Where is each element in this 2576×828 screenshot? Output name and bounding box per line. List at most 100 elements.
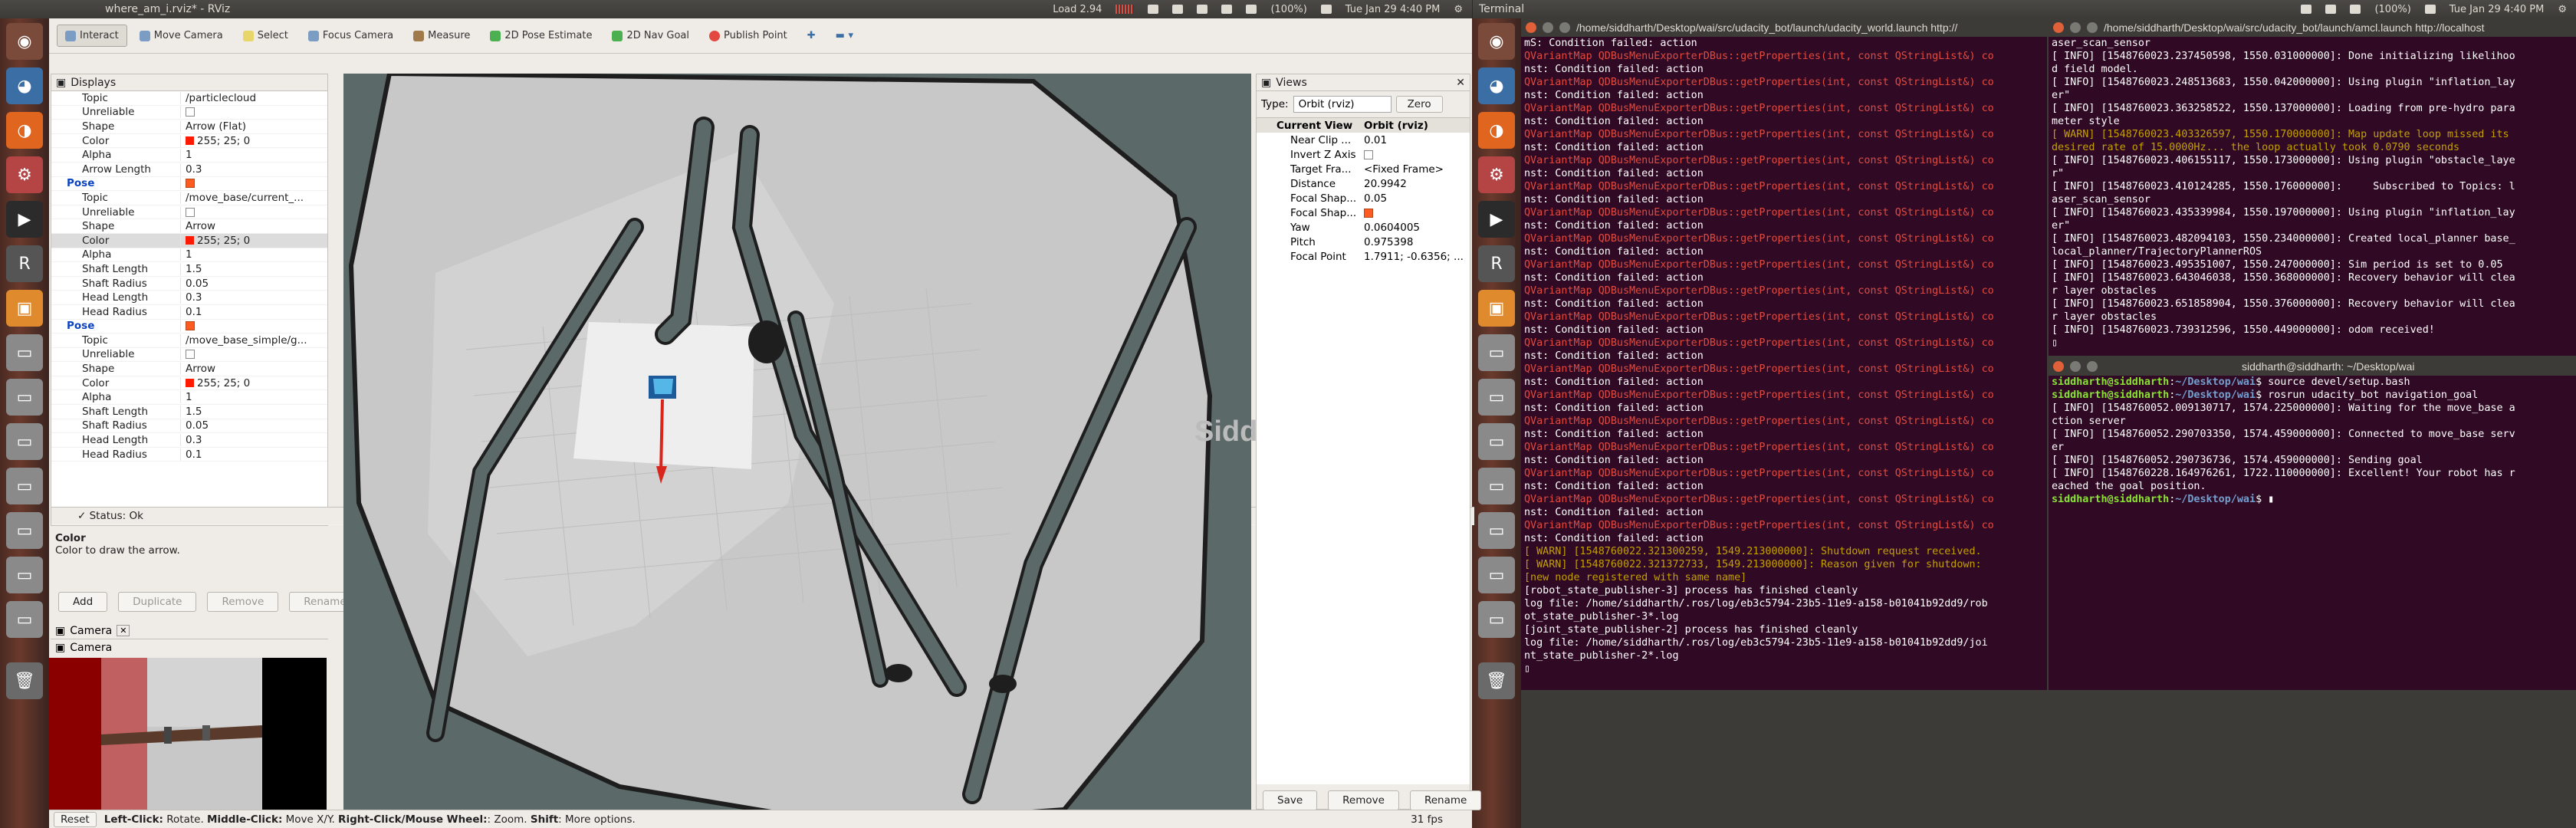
battery-indicator[interactable]: (100%): [2374, 4, 2410, 15]
property-value[interactable]: Arrow: [180, 363, 327, 376]
view-property-row[interactable]: Invert Z Axis: [1257, 147, 1470, 162]
firefox-icon[interactable]: ◑: [1478, 112, 1515, 149]
publish-point-tool[interactable]: Publish Point: [702, 25, 795, 46]
settings-icon[interactable]: ⚙: [6, 156, 43, 193]
property-value[interactable]: [180, 348, 327, 361]
view-property-value[interactable]: [1359, 149, 1470, 161]
drive-icon[interactable]: ▭: [6, 423, 43, 460]
property-row[interactable]: Unreliable: [51, 106, 327, 120]
property-value[interactable]: 255; 25; 0: [180, 234, 327, 247]
property-row[interactable]: Topic/move_base/current_...: [51, 191, 327, 205]
add-button[interactable]: Add: [58, 592, 108, 612]
property-value[interactable]: 1.5: [180, 405, 327, 418]
property-row[interactable]: Color 255; 25; 0: [51, 233, 327, 248]
views-tree[interactable]: Current View Orbit (rviz) Near Clip ... 0.…: [1257, 117, 1470, 784]
ubuntu-icon[interactable]: ◉: [1478, 23, 1515, 60]
view-property-value[interactable]: 1.7911; -0.6356; ...: [1359, 251, 1470, 263]
property-value[interactable]: 255; 25; 0: [180, 134, 327, 147]
property-value[interactable]: 0.1: [180, 305, 327, 318]
drive-icon[interactable]: ▭: [6, 557, 43, 593]
terminal-icon[interactable]: ▶: [1478, 201, 1515, 238]
load-indicator[interactable]: Load 2.94: [1053, 4, 1102, 15]
rviz-icon[interactable]: R: [6, 245, 43, 282]
property-row[interactable]: Alpha 1: [51, 390, 327, 406]
close-icon[interactable]: ✕: [117, 625, 130, 636]
drive-icon[interactable]: ▭: [6, 334, 43, 371]
property-row[interactable]: Unreliable: [51, 348, 327, 363]
reset-button[interactable]: Reset: [54, 811, 97, 827]
displays-tree[interactable]: Topic/particlecloud Unreliable Shape Arrow …: [51, 91, 1474, 525]
property-row[interactable]: Head Radius 0.1: [51, 448, 327, 462]
property-value[interactable]: [180, 320, 327, 333]
volume-icon[interactable]: [1320, 5, 1332, 14]
remove-button[interactable]: Remove: [207, 592, 279, 612]
checkbox[interactable]: [1364, 150, 1373, 159]
property-row[interactable]: Alpha 1: [51, 148, 327, 163]
measure-tool[interactable]: Measure: [406, 25, 478, 46]
view-property-row[interactable]: Distance 20.9942: [1257, 176, 1470, 191]
drive-icon[interactable]: ▭: [6, 379, 43, 416]
trash-icon[interactable]: 🗑: [6, 662, 43, 699]
duplicate-button[interactable]: Duplicate: [118, 592, 197, 612]
focus-camera-tool[interactable]: Focus Camera: [301, 25, 401, 46]
property-row[interactable]: Shape Arrow (Flat): [51, 120, 327, 134]
minimize-icon[interactable]: [1543, 22, 1553, 33]
close-icon[interactable]: [2053, 361, 2064, 372]
property-value[interactable]: 255; 25; 0: [180, 376, 327, 389]
rviz-icon[interactable]: R: [1478, 245, 1515, 282]
camera-tab[interactable]: ▣ Camera ✕: [51, 623, 328, 639]
drive-icon[interactable]: ▭: [1478, 468, 1515, 504]
save-button[interactable]: Save: [1263, 790, 1318, 810]
zero-button[interactable]: Zero: [1395, 96, 1443, 113]
property-value[interactable]: Arrow (Flat): [180, 120, 327, 133]
property-value[interactable]: [180, 177, 327, 190]
drive-icon[interactable]: ▭: [6, 601, 43, 638]
view-type-select[interactable]: Orbit (rviz): [1293, 96, 1392, 113]
clock[interactable]: Tue Jan 29 4:40 PM: [1346, 4, 1441, 15]
property-row[interactable]: Shaft Length 1.5: [51, 405, 327, 419]
sublime-icon[interactable]: ▣: [6, 290, 43, 327]
close-icon[interactable]: [1526, 22, 1536, 33]
property-value[interactable]: /particlecloud: [180, 91, 327, 104]
dropbox-icon[interactable]: [2301, 5, 2312, 14]
drive-icon[interactable]: ▭: [1478, 557, 1515, 593]
drive-icon[interactable]: ▭: [1478, 423, 1515, 460]
gear-icon[interactable]: ⚙: [2558, 4, 2567, 15]
rename-view-button[interactable]: Rename: [1409, 790, 1482, 810]
property-value[interactable]: 0.1: [180, 448, 327, 461]
property-row[interactable]: Shaft Length 1.5: [51, 262, 327, 277]
bluetooth-icon[interactable]: [2325, 5, 2337, 14]
checkbox[interactable]: [1364, 208, 1373, 218]
property-value[interactable]: Arrow: [180, 220, 327, 233]
property-row[interactable]: Head Length 0.3: [51, 291, 327, 305]
property-value[interactable]: 0.3: [180, 291, 327, 304]
property-value[interactable]: 0.3: [180, 434, 327, 447]
drive-icon[interactable]: ▭: [1478, 379, 1515, 416]
view-property-row[interactable]: Focal Shap... 0.05: [1257, 191, 1470, 205]
view-property-row[interactable]: Focal Shap...: [1257, 205, 1470, 220]
property-value[interactable]: 0.05: [180, 277, 327, 290]
view-property-row[interactable]: Yaw 0.0604005: [1257, 220, 1470, 235]
property-value[interactable]: 1.5: [180, 262, 327, 275]
close-icon[interactable]: [2053, 22, 2064, 33]
checkbox[interactable]: [186, 207, 195, 217]
drive-icon[interactable]: ▭: [6, 468, 43, 504]
trash-icon[interactable]: 🗑: [1478, 662, 1515, 699]
mail-icon[interactable]: [2350, 5, 2361, 14]
property-value[interactable]: 0.05: [180, 419, 327, 432]
property-row[interactable]: Arrow Length 0.3: [51, 163, 327, 177]
chrome-icon[interactable]: ◕: [6, 67, 43, 104]
firefox-icon[interactable]: ◑: [6, 112, 43, 149]
property-value[interactable]: 0.3: [180, 163, 327, 176]
property-row[interactable]: Pose: [51, 177, 327, 192]
clock[interactable]: Tue Jan 29 4:40 PM: [2450, 4, 2545, 15]
property-row[interactable]: Shaft Radius 0.05: [51, 277, 327, 291]
view-property-value[interactable]: [1359, 207, 1470, 219]
remove-tool-button[interactable]: ▬ ▾: [828, 25, 861, 46]
drive-icon[interactable]: ▭: [1478, 512, 1515, 549]
current-view-row[interactable]: Current View Orbit (rviz): [1257, 118, 1470, 133]
keyboard-icon[interactable]: [1148, 5, 1159, 14]
view-property-row[interactable]: Target Fra... <Fixed Frame>: [1257, 162, 1470, 176]
drive-icon[interactable]: ▭: [1478, 334, 1515, 371]
terminal-navigation[interactable]: siddharth@siddharth: ~/Desktop/wai siddh…: [2049, 357, 2576, 690]
